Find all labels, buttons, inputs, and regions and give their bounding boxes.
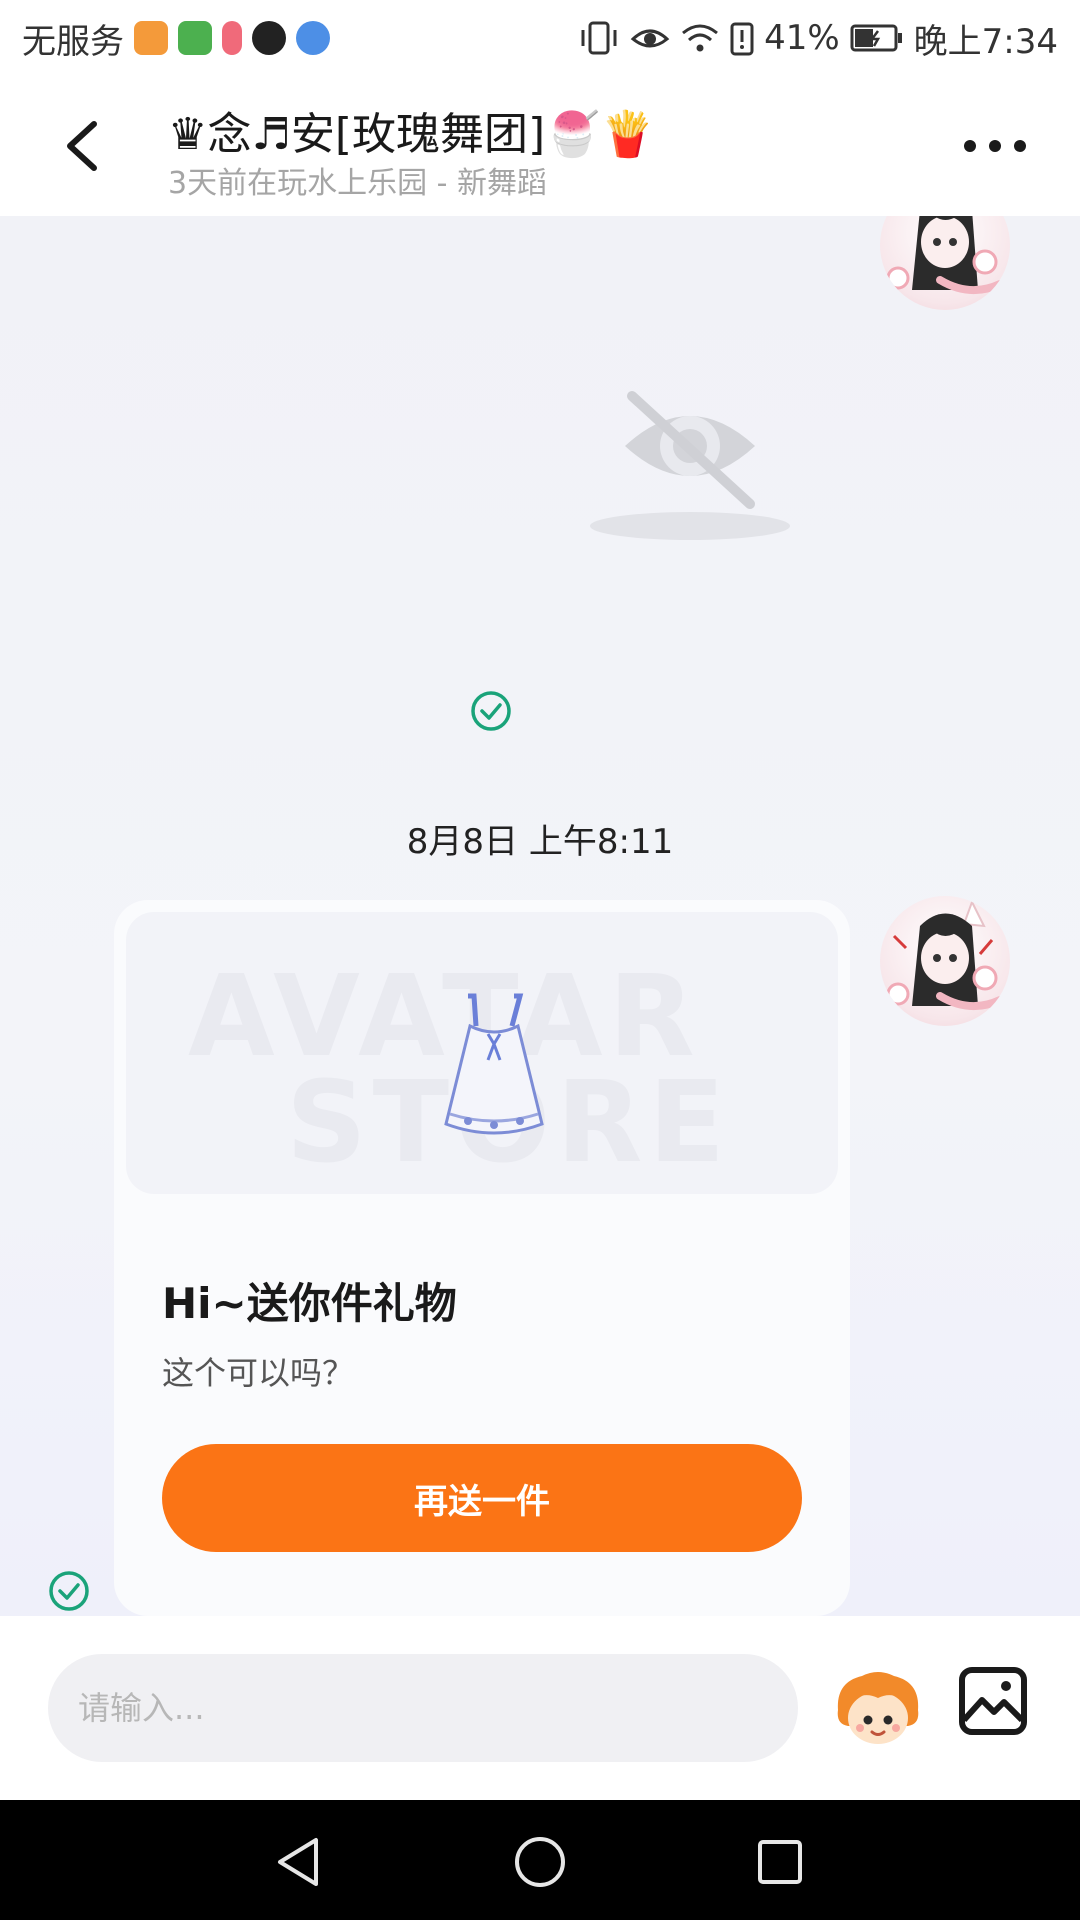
chat-area[interactable]: 8月8日 上午8:11 AVATAR STORE Hi~送你件礼物 这个可以吗？… [0,216,1080,1616]
image-icon [959,1667,1027,1735]
system-nav-bar [0,1800,1080,1920]
battery-icon [850,23,904,53]
battery-alert-icon [730,20,754,56]
my-avatar-2[interactable] [880,896,1010,1026]
message-timestamp: 8月8日 上午8:11 [406,822,674,862]
more-options-button[interactable] [960,134,1030,158]
vibrate-icon [578,20,620,56]
square-recents-icon [758,1840,802,1884]
dress-icon [444,993,544,1135]
read-check-icon [470,690,512,732]
mascot-sticker-icon [837,1672,919,1744]
read-check-icon-2 [48,1570,90,1612]
anime-girl-avatar-icon [886,899,1004,1011]
more-dots-icon [964,140,1026,152]
wifi-icon [680,21,720,55]
gift-card-message: 这个可以吗？ [162,1354,355,1392]
eye-off-icon [590,391,790,540]
carrier-label: 无服务 [22,21,124,62]
status-bar-right: 41% 晚上7:34 [578,14,1058,63]
my-avatar[interactable] [880,216,1010,310]
anime-girl-avatar-icon [886,216,1004,295]
gift-message-card[interactable]: AVATAR STORE Hi~送你件礼物 这个可以吗？ 再送一件 [114,900,850,1616]
message-input[interactable] [48,1654,798,1762]
message-input-bar [0,1616,1080,1800]
gift-image[interactable]: AVATAR STORE [126,912,838,1194]
back-arrow-icon [67,121,97,171]
game-center-icon [178,21,212,55]
hidden-image-placeholder[interactable] [580,366,800,556]
sticker-button[interactable] [832,1664,924,1756]
nav-recents-button[interactable] [752,1834,808,1890]
image-picker-button[interactable] [958,1666,1028,1736]
contact-status: 3天前在玩水上乐园 - 新舞蹈 [168,166,547,201]
chat-header: ♛念♬安[玫瑰舞团]🍧🍟 3天前在玩水上乐园 - 新舞蹈 [0,76,1080,216]
tiktok-icon [252,21,286,55]
petal-app-icon [222,21,242,55]
browser-icon [296,21,330,55]
contact-name: ♛念♬安[玫瑰舞团]🍧🍟 [168,109,655,160]
back-button[interactable] [56,114,116,178]
status-bar: 无服务 41% 晚上7:34 [0,0,1080,76]
gift-card-title: Hi~送你件礼物 [162,1279,457,1328]
eye-comfort-icon [630,21,670,55]
clock: 晚上7:34 [913,21,1058,62]
video-app-icon [134,21,168,55]
status-bar-left: 无服务 [22,14,330,63]
send-another-gift-button[interactable]: 再送一件 [162,1444,802,1552]
battery-percent: 41% [764,18,840,58]
triangle-back-icon [278,1838,318,1886]
nav-home-button[interactable] [512,1834,568,1890]
nav-back-button[interactable] [272,1834,328,1890]
circle-home-icon [515,1837,565,1887]
